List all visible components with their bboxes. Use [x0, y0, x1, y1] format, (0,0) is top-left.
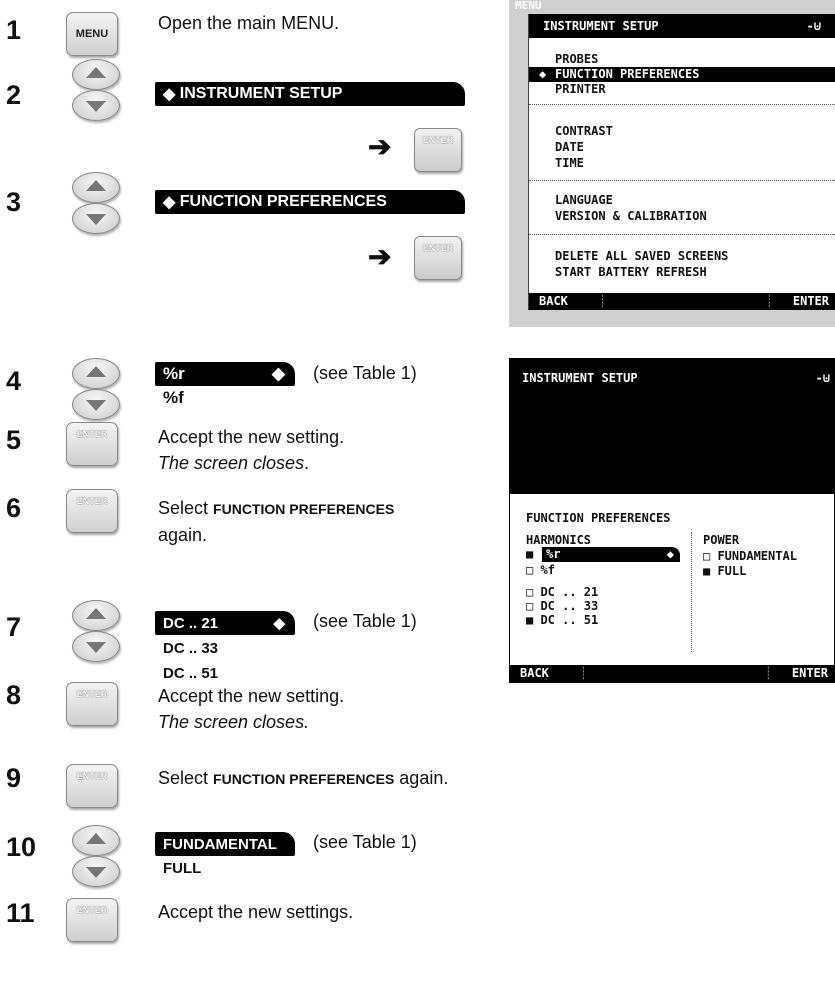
step-number: 3	[6, 187, 22, 217]
down-arrow-icon[interactable]	[72, 631, 120, 662]
up-down-diamond-icon: ◆	[666, 547, 674, 561]
menu-item[interactable]: PRINTER	[555, 82, 606, 97]
menu-item[interactable]: DELETE ALL SAVED SCREENS	[555, 249, 728, 264]
back-softkey[interactable]: BACK	[539, 293, 568, 310]
step-number: 6	[6, 493, 22, 523]
power-plug-icon: -⊎	[806, 19, 821, 33]
menu-item[interactable]: CONTRAST	[555, 124, 613, 139]
up-down-arrow-keys[interactable]	[72, 600, 122, 666]
function-preferences-screen: INSTRUMENT SETUP -⊎ FUNCTION PREFERENCES…	[509, 358, 835, 683]
up-down-arrow-keys[interactable]	[72, 172, 122, 238]
right-arrow-icon: ➔	[368, 131, 392, 162]
harmonics-option[interactable]: □ DC .. 33	[526, 599, 598, 614]
down-arrow-icon[interactable]	[72, 389, 120, 420]
menu-item[interactable]: TIME	[555, 156, 584, 171]
up-arrow-icon[interactable]	[72, 825, 120, 856]
screen-title: INSTRUMENT SETUP -⊎	[510, 359, 834, 494]
up-down-arrow-keys[interactable]	[72, 825, 122, 891]
screen-title: INSTRUMENT SETUP -⊎	[529, 14, 835, 38]
harmonics-heading: HARMONICS	[526, 533, 592, 547]
filled-box-icon: ■	[526, 547, 534, 561]
up-arrow-icon[interactable]	[72, 59, 120, 90]
step6-text: Select FUNCTION PREFERENCES again.	[158, 498, 395, 545]
enter-key[interactable]: ENTER	[66, 422, 118, 466]
step-number: 1	[6, 15, 22, 45]
up-arrow-icon[interactable]	[72, 172, 120, 203]
enter-key[interactable]: ENTER	[414, 236, 462, 280]
up-arrow-icon[interactable]	[72, 358, 120, 389]
up-down-diamond-icon: ◆	[163, 194, 176, 211]
step-number: 9	[6, 763, 22, 793]
up-down-diamond-icon: ◆	[539, 67, 547, 81]
enter-key[interactable]: ENTER	[66, 898, 118, 942]
dc33-option: DC .. 33	[163, 640, 219, 657]
step-number: 8	[6, 680, 22, 710]
divider	[529, 234, 835, 235]
percent-f-option: %f	[163, 388, 184, 407]
down-arrow-icon[interactable]	[72, 90, 120, 121]
enter-key[interactable]: ENTER	[414, 128, 462, 172]
power-plug-icon: -⊎	[815, 371, 830, 385]
step-number: 2	[6, 80, 22, 110]
step8-text: Accept the new setting. The screen close…	[158, 686, 345, 732]
step-number: 10	[6, 832, 37, 862]
enter-softkey[interactable]: ENTER	[792, 665, 828, 682]
function-preferences-bar: ◆ FUNCTION PREFERENCES	[155, 190, 465, 214]
back-softkey[interactable]: BACK	[520, 665, 549, 682]
step-number: 4	[6, 366, 22, 396]
see-table-note: (see Table 1)	[313, 832, 417, 852]
down-arrow-icon[interactable]	[72, 856, 120, 887]
step1-text: Open the main MENU.	[158, 13, 340, 33]
menu-item[interactable]: PROBES	[555, 52, 598, 67]
dc21-bar: DC .. 21 ◆	[155, 611, 295, 635]
menu-item-selected[interactable]: ◆ FUNCTION PREFERENCES	[529, 67, 835, 82]
enter-softkey[interactable]: ENTER	[793, 293, 829, 310]
menu-key[interactable]: MENU	[66, 12, 118, 56]
harmonics-option[interactable]: □ %f	[526, 563, 555, 578]
step-number: 5	[6, 425, 22, 455]
full-option: FULL	[163, 860, 202, 877]
harmonics-option[interactable]: ■ DC .. 51	[526, 613, 598, 628]
instrument-setup-bar: ◆ INSTRUMENT SETUP	[155, 82, 465, 106]
harmonics-option[interactable]: □ DC .. 21	[526, 585, 598, 600]
power-heading: POWER	[703, 533, 740, 547]
up-down-arrow-keys[interactable]	[72, 358, 122, 424]
see-table-note: (see Table 1)	[313, 611, 417, 631]
menu-item[interactable]: VERSION & CALIBRATION	[555, 209, 707, 224]
up-down-diamond-icon: ◆	[163, 86, 176, 103]
instrument-setup-screen: MENU INSTRUMENT SETUP -⊎ PROBES ◆ FUNCTIO…	[509, 0, 835, 327]
down-arrow-icon[interactable]	[72, 203, 120, 234]
enter-key[interactable]: ENTER	[66, 682, 118, 726]
up-down-arrow-keys[interactable]	[72, 59, 122, 125]
right-arrow-icon: ➔	[368, 241, 392, 272]
step-number: 11	[6, 898, 35, 928]
see-table-note: (see Table 1)	[313, 363, 417, 383]
enter-key[interactable]: ENTER	[66, 489, 118, 533]
power-option[interactable]: □ FUNDAMENTAL	[703, 549, 797, 564]
harmonics-option-selected[interactable]: %r ◆	[542, 547, 680, 562]
power-option[interactable]: ■ FULL	[703, 564, 746, 579]
menu-item[interactable]: DATE	[555, 140, 584, 155]
step-number: 7	[6, 612, 22, 642]
enter-key[interactable]: ENTER	[66, 764, 118, 808]
softkey-bar: BACK ┊ ┊ ENTER	[529, 293, 835, 310]
up-down-diamond-icon: ◆	[271, 364, 285, 383]
softkey-bar: BACK ┊ ┊ ENTER	[510, 665, 834, 682]
section-title: FUNCTION PREFERENCES	[526, 511, 671, 525]
step11-text: Accept the new settings.	[158, 902, 354, 922]
step5-text: Accept the new setting. The screen close…	[158, 427, 345, 473]
dc51-option: DC .. 51	[163, 665, 219, 682]
menu-item[interactable]: START BATTERY REFRESH	[555, 265, 707, 280]
fundamental-bar: FUNDAMENTAL	[155, 832, 295, 856]
up-down-diamond-icon: ◆	[273, 615, 285, 632]
menu-behind-label: MENU	[515, 0, 542, 12]
menu-item[interactable]: LANGUAGE	[555, 193, 613, 208]
step9-text: Select FUNCTION PREFERENCES again.	[158, 768, 449, 788]
up-arrow-icon[interactable]	[72, 600, 120, 631]
percent-r-bar: %r ◆	[155, 362, 295, 386]
divider	[529, 104, 835, 105]
divider	[529, 180, 835, 181]
instrument-setup-panel: INSTRUMENT SETUP -⊎ PROBES ◆ FUNCTION PRE…	[528, 14, 835, 310]
